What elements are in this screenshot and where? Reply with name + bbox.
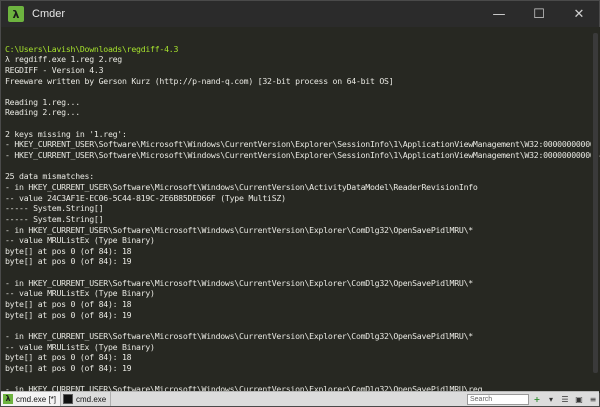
lambda-icon: λ — [3, 394, 13, 404]
minimize-button[interactable]: — — [479, 1, 519, 27]
vertical-scrollbar[interactable] — [591, 27, 599, 393]
console-line: - HKEY_CURRENT_USER\Software\Microsoft\W… — [5, 139, 600, 150]
console-line: ----- System.String[] — [5, 203, 104, 214]
console-line: byte[] at pos 0 (of 84): 19 — [5, 362, 132, 373]
panels-button[interactable]: ☰ — [559, 393, 571, 405]
search-input[interactable]: Search — [467, 393, 529, 405]
console-line: byte[] at pos 0 (of 84): 18 — [5, 352, 132, 363]
console-line: byte[] at pos 0 (of 84): 19 — [5, 256, 132, 267]
settings-menu-button[interactable]: ≡ — [587, 393, 599, 405]
console-line: ----- System.String[] — [5, 213, 104, 224]
cmd-icon — [63, 394, 74, 404]
console-line: Freeware written by Gerson Kurz (http://… — [5, 75, 394, 86]
window-title: Cmder — [32, 8, 66, 20]
console-line: Reading 2.reg... — [5, 107, 80, 118]
console-line: - in HKEY_CURRENT_USER\Software\Microsof… — [5, 330, 473, 341]
console-line: byte[] at pos 0 (of 84): 18 — [5, 299, 132, 310]
view-dropdown-button[interactable]: ▾ — [545, 393, 557, 405]
tab-bar: λ cmd.exe [*] cmd.exe Search + ▾ ☰ ▣ ≡ — [1, 391, 599, 406]
console-line: - HKEY_CURRENT_USER\Software\Microsoft\W… — [5, 150, 600, 161]
close-button[interactable]: ✕ — [559, 1, 599, 27]
console-line: -- value MRUListEx (Type Binary) — [5, 288, 155, 299]
title-bar[interactable]: λ Cmder — ☐ ✕ — [1, 1, 599, 27]
console-line: Reading 1.reg... — [5, 96, 80, 107]
console-output[interactable]: C:\Users\Lavish\Downloads\regdiff-4.3 λ r… — [1, 27, 600, 393]
tab-label: cmd.exe — [76, 394, 107, 404]
console-line: λ regdiff.exe 1.reg 2.reg — [5, 54, 122, 65]
console-line: -- value MRUListEx (Type Binary) — [5, 341, 155, 352]
window-controls: — ☐ ✕ — [479, 1, 599, 27]
console-line: byte[] at pos 0 (of 84): 19 — [5, 309, 132, 320]
new-tab-button[interactable]: + — [531, 393, 543, 405]
tab-label: cmd.exe [*] — [16, 394, 57, 404]
console-line: C:\Users\Lavish\Downloads\regdiff-4.3 — [5, 43, 179, 54]
tabbar-tools: Search + ▾ ☰ ▣ ≡ — [467, 392, 599, 406]
console-line: -- value MRUListEx (Type Binary) — [5, 235, 155, 246]
console-line: -- value 24C3AF1E-EC06-5C44-819C-2E6B85D… — [5, 192, 286, 203]
console-line: 25 data mismatches: — [5, 171, 94, 182]
tab-cmd[interactable]: cmd.exe — [61, 392, 112, 406]
cmder-window: λ Cmder — ☐ ✕ C:\Users\Lavish\Downloads\… — [0, 0, 600, 407]
console-line: 2 keys missing in '1.reg': — [5, 128, 127, 139]
console-line: - in HKEY_CURRENT_USER\Software\Microsof… — [5, 224, 473, 235]
console-line: REGDIFF - Version 4.3 — [5, 64, 104, 75]
tab-cmd-active[interactable]: λ cmd.exe [*] — [1, 392, 62, 406]
scrollbar-thumb[interactable] — [593, 33, 598, 373]
cmder-lambda-icon: λ — [8, 6, 24, 22]
maximize-button[interactable]: ☐ — [519, 1, 559, 27]
console-line: - in HKEY_CURRENT_USER\Software\Microsof… — [5, 181, 478, 192]
console-line: byte[] at pos 0 (of 84): 18 — [5, 245, 132, 256]
console-line: - in HKEY_CURRENT_USER\Software\Microsof… — [5, 277, 473, 288]
lock-icon[interactable]: ▣ — [573, 393, 585, 405]
